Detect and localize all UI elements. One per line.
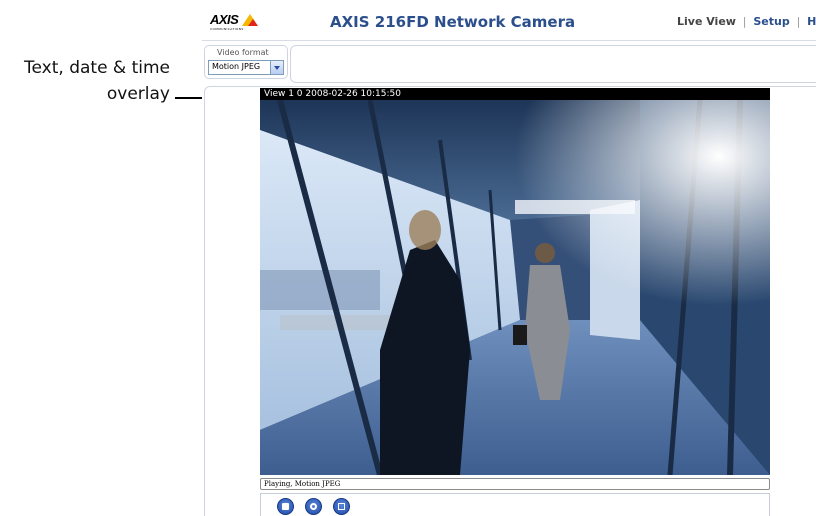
page-header: AXIS COMMUNICATIONS AXIS 216FD Network C… xyxy=(202,0,816,41)
video-status-bar: Playing, Motion JPEG xyxy=(260,478,770,490)
logo-accent-icon xyxy=(248,19,258,26)
overlay-text: View 1 0 2008-02-26 10:15:50 xyxy=(264,89,401,99)
top-navigation: Live View | Setup | Help xyxy=(677,15,816,28)
video-format-select[interactable]: Motion JPEG xyxy=(208,60,284,75)
annotation-line-1: Text, date & time xyxy=(24,58,170,78)
fullscreen-button[interactable] xyxy=(333,498,350,515)
nav-live-view[interactable]: Live View xyxy=(677,15,736,28)
toolbar-panel xyxy=(290,45,816,83)
axis-logo: AXIS COMMUNICATIONS xyxy=(210,12,270,34)
stop-icon xyxy=(282,503,289,510)
video-format-value: Motion JPEG xyxy=(212,62,261,71)
nav-separator: | xyxy=(742,15,747,28)
text-overlay-bar: View 1 0 2008-02-26 10:15:50 xyxy=(260,88,770,100)
video-controls xyxy=(260,493,770,516)
annotation-line-2: overlay xyxy=(106,84,170,104)
status-text: Playing, Motion JPEG xyxy=(264,480,341,488)
logo-text: AXIS xyxy=(210,12,239,27)
annotation-callout: Text, date & time overlay xyxy=(6,55,170,107)
stop-button[interactable] xyxy=(277,498,294,515)
chevron-down-icon[interactable] xyxy=(270,61,283,74)
video-format-label: Video format xyxy=(217,48,269,57)
nav-setup[interactable]: Setup xyxy=(753,15,789,28)
page-title: AXIS 216FD Network Camera xyxy=(330,13,576,31)
video-format-panel: Video format Motion JPEG xyxy=(204,45,288,79)
nav-help[interactable]: Help xyxy=(807,15,816,28)
nav-separator: | xyxy=(796,15,801,28)
live-video-image xyxy=(260,100,770,475)
snapshot-icon xyxy=(310,503,317,510)
camera-web-interface: AXIS COMMUNICATIONS AXIS 216FD Network C… xyxy=(202,0,816,516)
fullscreen-icon xyxy=(338,503,345,510)
logo-subtext: COMMUNICATIONS xyxy=(210,27,244,31)
snapshot-button[interactable] xyxy=(305,498,322,515)
